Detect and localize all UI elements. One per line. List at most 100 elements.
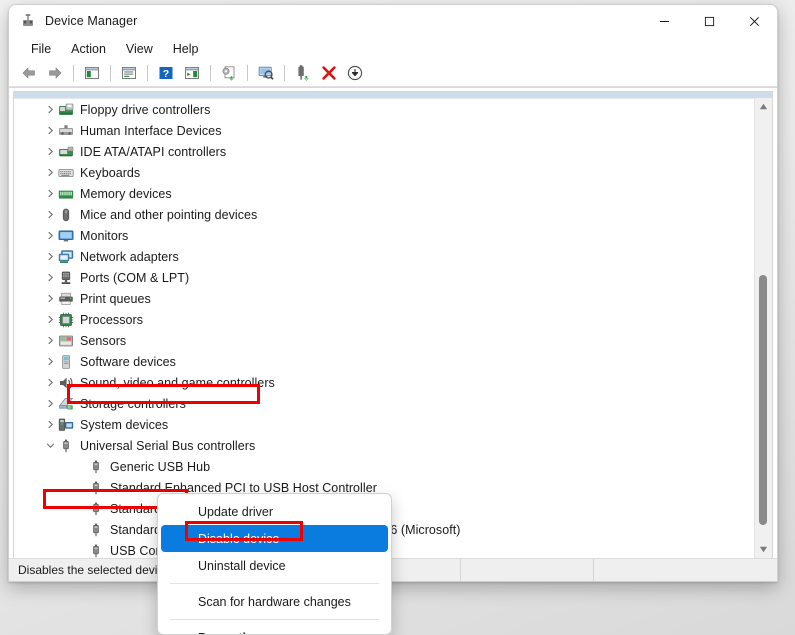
minimize-button[interactable] xyxy=(642,5,687,37)
tree-category-item[interactable]: Monitors xyxy=(14,225,772,246)
chevron-right-icon[interactable] xyxy=(42,210,58,219)
scroll-up-button[interactable] xyxy=(755,98,772,115)
chevron-right-icon[interactable] xyxy=(42,273,58,282)
tree-category-item[interactable]: IDE ATA/ATAPI controllers xyxy=(14,141,772,162)
context-menu-separator xyxy=(170,619,379,620)
tree-child-item[interactable]: USB Composite Device xyxy=(14,540,772,558)
chevron-right-icon[interactable] xyxy=(42,315,58,324)
enable-device-icon[interactable] xyxy=(291,62,315,84)
window-controls xyxy=(642,5,777,37)
menu-help[interactable]: Help xyxy=(163,40,209,58)
tree-category-item[interactable]: Floppy drive controllers xyxy=(14,99,772,120)
content-area: Floppy drive controllers Human Interface … xyxy=(9,87,777,562)
show-hide-action-pane-icon[interactable] xyxy=(180,62,204,84)
context-menu-item[interactable]: Scan for hardware changes xyxy=(161,588,388,615)
chevron-right-icon[interactable] xyxy=(42,399,58,408)
port-icon xyxy=(61,271,71,284)
tree-category-item[interactable]: Human Interface Devices xyxy=(14,120,772,141)
status-segment-3 xyxy=(594,559,777,581)
menu-view[interactable]: View xyxy=(116,40,163,58)
chevron-right-icon[interactable] xyxy=(42,294,58,303)
menu-file[interactable]: File xyxy=(21,40,61,58)
context-menu-item[interactable]: Disable device xyxy=(161,525,388,552)
vertical-scrollbar[interactable] xyxy=(754,98,772,558)
tree-category-item[interactable]: Processors xyxy=(14,309,772,330)
tree-item-label: Software devices xyxy=(80,354,176,369)
tree-child-item[interactable]: Standard Enhanced PCI to USB Host Contro… xyxy=(14,477,772,498)
tree-category-item[interactable]: Mice and other pointing devices xyxy=(14,204,772,225)
monitor-icon xyxy=(58,230,74,241)
context-menu-item[interactable]: Properties xyxy=(161,624,388,635)
tree-item-label: Processors xyxy=(80,312,144,327)
tree-item-label: Human Interface Devices xyxy=(80,123,222,138)
tree-child-item[interactable]: Generic USB Hub xyxy=(14,456,772,477)
scan-for-hardware-changes-icon[interactable] xyxy=(254,62,278,84)
properties-icon[interactable] xyxy=(117,62,141,84)
chevron-right-icon[interactable] xyxy=(42,336,58,345)
chevron-right-icon[interactable] xyxy=(42,420,58,429)
scrollbar-thumb[interactable] xyxy=(759,275,767,525)
window-title: Device Manager xyxy=(45,14,138,28)
usb-device-icon xyxy=(93,544,99,557)
tree-category-item[interactable]: Memory devices xyxy=(14,183,772,204)
device-tree[interactable]: Floppy drive controllers Human Interface … xyxy=(14,99,772,558)
context-menu-item[interactable]: Uninstall device xyxy=(161,552,388,579)
tree-child-item[interactable]: Standard USB 3.0 eXtensible Host Control… xyxy=(14,519,772,540)
chevron-right-icon[interactable] xyxy=(42,252,58,261)
context-menu-item[interactable]: Update driver xyxy=(161,498,388,525)
show-hide-console-tree-icon[interactable] xyxy=(80,62,104,84)
tree-category-item[interactable]: Sound, video and game controllers xyxy=(14,372,772,393)
chevron-right-icon[interactable] xyxy=(42,168,58,177)
update-driver-icon[interactable] xyxy=(217,62,241,84)
chevron-right-icon[interactable] xyxy=(42,105,58,114)
forward-arrow-icon[interactable] xyxy=(43,62,67,84)
chevron-right-icon[interactable] xyxy=(42,147,58,156)
tree-category-item[interactable]: Network adapters xyxy=(14,246,772,267)
tree-item-label: Sound, video and game controllers xyxy=(80,375,275,390)
tree-child-item[interactable]: Standard Universal PCI to USB Host Contr… xyxy=(14,498,772,519)
device-tree-pane[interactable]: Floppy drive controllers Human Interface … xyxy=(13,91,773,559)
tree-category-item[interactable]: Sensors xyxy=(14,330,772,351)
chevron-right-icon[interactable] xyxy=(42,126,58,135)
human-interface-device-icon xyxy=(59,124,73,135)
tree-category-item[interactable]: Software devices xyxy=(14,351,772,372)
scrollbar-track[interactable] xyxy=(755,115,772,541)
back-arrow-icon[interactable] xyxy=(17,62,41,84)
tree-item-label: Monitors xyxy=(80,228,129,243)
chevron-right-icon[interactable] xyxy=(42,189,58,198)
tree-item-label: Storage controllers xyxy=(80,396,186,411)
chevron-right-icon[interactable] xyxy=(42,231,58,240)
tree-top-band xyxy=(14,92,772,99)
context-menu[interactable]: Update driver Disable device Uninstall dev… xyxy=(157,493,392,635)
sensor-icon xyxy=(58,335,73,346)
tree-category-item[interactable]: Print queues xyxy=(14,288,772,309)
uninstall-device-icon[interactable] xyxy=(317,62,341,84)
storage-controller-icon xyxy=(58,397,74,409)
tree-category-item[interactable]: Keyboards xyxy=(14,162,772,183)
context-menu-separator xyxy=(170,583,379,584)
tree-category-item[interactable]: Ports (COM & LPT) xyxy=(14,267,772,288)
menu-action[interactable]: Action xyxy=(61,40,116,58)
tree-item-label: Generic USB Hub xyxy=(110,459,211,474)
mouse-icon xyxy=(62,208,70,221)
sound-controller-icon xyxy=(60,377,73,388)
scroll-down-button[interactable] xyxy=(755,541,772,558)
maximize-button[interactable] xyxy=(687,5,732,37)
chevron-right-icon[interactable] xyxy=(42,357,58,366)
disable-device-icon[interactable] xyxy=(343,62,367,84)
help-icon[interactable]: ? xyxy=(154,62,178,84)
tree-item-label: Mice and other pointing devices xyxy=(80,207,258,222)
chevron-down-icon[interactable] xyxy=(42,441,58,450)
tree-category-item[interactable]: Storage controllers xyxy=(14,393,772,414)
close-button[interactable] xyxy=(732,5,777,37)
usb-device-icon xyxy=(93,481,99,494)
keyboard-icon xyxy=(58,168,74,177)
tree-item-label: Network adapters xyxy=(80,249,179,264)
toolbar-separator xyxy=(284,65,285,81)
usb-controller-icon xyxy=(63,439,69,452)
tree-item-label: Memory devices xyxy=(80,186,172,201)
chevron-right-icon[interactable] xyxy=(42,378,58,387)
tree-category-item[interactable]: Universal Serial Bus controllers xyxy=(14,435,772,456)
tree-item-label: Keyboards xyxy=(80,165,141,180)
tree-category-item[interactable]: System devices xyxy=(14,414,772,435)
